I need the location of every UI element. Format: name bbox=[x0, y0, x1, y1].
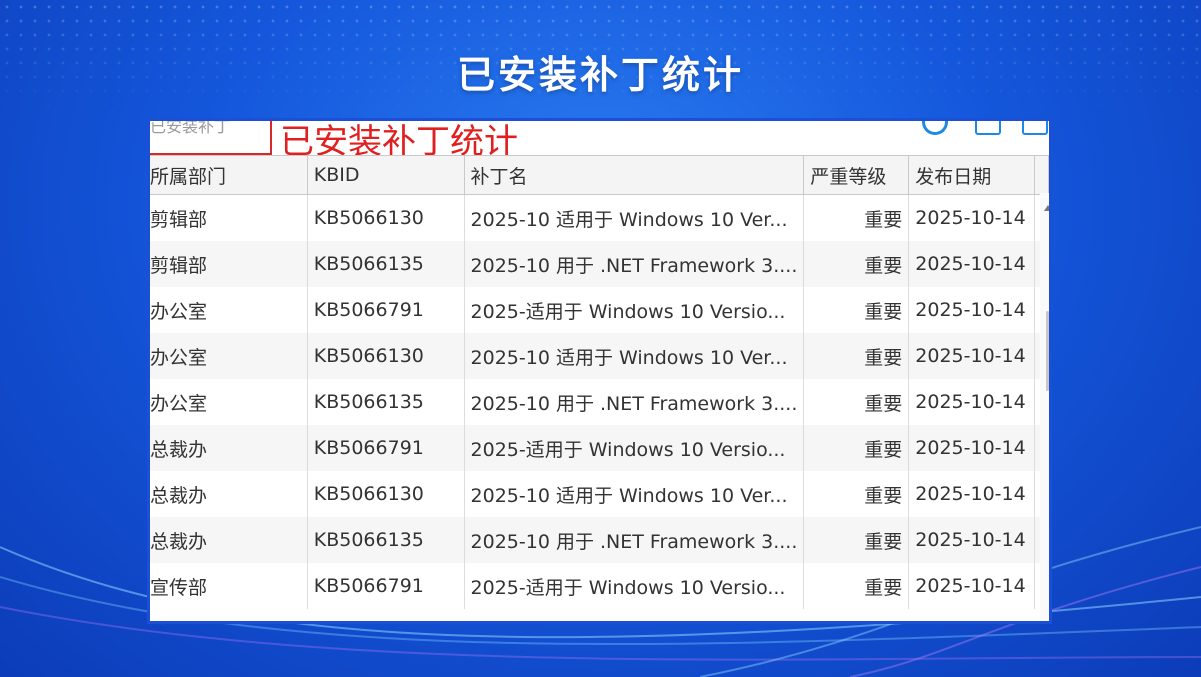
cell-severity: 重要 bbox=[803, 379, 910, 425]
cell-date: 2025-10-14 bbox=[908, 287, 1036, 333]
cell-dept: 办公室 bbox=[150, 287, 308, 333]
table-row[interactable]: 剪辑部 KB5066130 2025-10 适用于 Windows 10 Ver… bbox=[150, 194, 1049, 241]
cell-dept: 剪辑部 bbox=[150, 241, 308, 287]
cell-date: 2025-10-14 bbox=[908, 563, 1036, 609]
search-input[interactable]: 已安装补丁 bbox=[150, 121, 230, 137]
column-header-filler bbox=[1034, 155, 1049, 195]
cell-severity: 重要 bbox=[803, 471, 910, 517]
cell-kbid: KB5066130 bbox=[307, 333, 465, 379]
table-row[interactable]: 总裁办 KB5066135 2025-10 用于 .NET Framework … bbox=[150, 517, 1049, 563]
cell-kbid: KB5066791 bbox=[307, 287, 465, 333]
column-header-date[interactable]: 发布日期 bbox=[908, 155, 1036, 195]
cell-dept: 总裁办 bbox=[150, 471, 308, 517]
cell-severity: 重要 bbox=[803, 287, 910, 333]
cell-kbid: KB5066135 bbox=[307, 241, 465, 287]
table-row[interactable]: 总裁办 KB5066130 2025-10 适用于 Windows 10 Ver… bbox=[150, 471, 1049, 517]
cell-severity: 重要 bbox=[803, 517, 910, 563]
cell-date: 2025-10-14 bbox=[908, 194, 1036, 241]
cell-name: 2025-适用于 Windows 10 Versio... bbox=[464, 425, 805, 471]
cell-dept: 办公室 bbox=[150, 379, 308, 425]
cell-dept: 剪辑部 bbox=[150, 194, 308, 241]
table-row[interactable]: 剪辑部 KB5066135 2025-10 用于 .NET Framework … bbox=[150, 241, 1049, 287]
scrollbar-thumb[interactable] bbox=[1046, 311, 1049, 391]
cell-severity: 重要 bbox=[803, 194, 910, 241]
patch-table-screenshot: 已安装补丁 已安装补丁统计 所属部门 KBID 补丁名 严重等级 发布日期 剪辑… bbox=[147, 118, 1052, 624]
cell-date: 2025-10-14 bbox=[908, 241, 1036, 287]
export-icon[interactable] bbox=[975, 121, 1001, 135]
table-row[interactable]: 总裁办 KB5066791 2025-适用于 Windows 10 Versio… bbox=[150, 425, 1049, 471]
table-header: 所属部门 KBID 补丁名 严重等级 发布日期 bbox=[150, 155, 1049, 195]
cell-date: 2025-10-14 bbox=[908, 517, 1036, 563]
cell-date: 2025-10-14 bbox=[908, 333, 1036, 379]
cell-name: 2025-10 用于 .NET Framework 3.... bbox=[464, 241, 805, 287]
cell-severity: 重要 bbox=[803, 333, 910, 379]
cell-severity: 重要 bbox=[803, 563, 910, 609]
cell-name: 2025-适用于 Windows 10 Versio... bbox=[464, 287, 805, 333]
cell-kbid: KB5066791 bbox=[307, 563, 465, 609]
column-header-name[interactable]: 补丁名 bbox=[464, 155, 805, 195]
search-box-highlight[interactable]: 已安装补丁 bbox=[150, 121, 272, 155]
cell-dept: 办公室 bbox=[150, 333, 308, 379]
table-row[interactable]: 办公室 KB5066135 2025-10 用于 .NET Framework … bbox=[150, 379, 1049, 425]
cell-name: 2025-适用于 Windows 10 Versio... bbox=[464, 563, 805, 609]
cell-severity: 重要 bbox=[803, 425, 910, 471]
refresh-icon[interactable] bbox=[922, 121, 948, 135]
cell-name: 2025-10 适用于 Windows 10 Ver... bbox=[464, 471, 805, 517]
patch-table: 所属部门 KBID 补丁名 严重等级 发布日期 剪辑部 KB5066130 20… bbox=[150, 155, 1049, 609]
column-header-dept[interactable]: 所属部门 bbox=[150, 155, 308, 195]
cell-kbid: KB5066135 bbox=[307, 379, 465, 425]
cell-date: 2025-10-14 bbox=[908, 379, 1036, 425]
toolbar: 已安装补丁 已安装补丁统计 bbox=[150, 121, 1049, 160]
vertical-scrollbar[interactable] bbox=[1040, 193, 1049, 621]
cell-name: 2025-10 用于 .NET Framework 3.... bbox=[464, 379, 805, 425]
cell-kbid: KB5066130 bbox=[307, 471, 465, 517]
cell-date: 2025-10-14 bbox=[908, 471, 1036, 517]
column-header-severity[interactable]: 严重等级 bbox=[803, 155, 910, 195]
cell-kbid: KB5066791 bbox=[307, 425, 465, 471]
cell-date: 2025-10-14 bbox=[908, 425, 1036, 471]
cell-dept: 总裁办 bbox=[150, 517, 308, 563]
table-row[interactable]: 办公室 KB5066130 2025-10 适用于 Windows 10 Ver… bbox=[150, 333, 1049, 379]
scroll-up-icon[interactable] bbox=[1044, 205, 1049, 211]
window-icon[interactable] bbox=[1022, 121, 1048, 135]
cell-name: 2025-10 用于 .NET Framework 3.... bbox=[464, 517, 805, 563]
column-header-kbid[interactable]: KBID bbox=[307, 155, 465, 195]
cell-dept: 总裁办 bbox=[150, 425, 308, 471]
cell-dept: 宣传部 bbox=[150, 563, 308, 609]
cell-kbid: KB5066135 bbox=[307, 517, 465, 563]
table-row[interactable]: 宣传部 KB5066791 2025-适用于 Windows 10 Versio… bbox=[150, 563, 1049, 609]
table-row[interactable]: 办公室 KB5066791 2025-适用于 Windows 10 Versio… bbox=[150, 287, 1049, 333]
cell-name: 2025-10 适用于 Windows 10 Ver... bbox=[464, 194, 805, 241]
slide-title: 已安装补丁统计 bbox=[456, 53, 744, 97]
cell-severity: 重要 bbox=[803, 241, 910, 287]
cell-name: 2025-10 适用于 Windows 10 Ver... bbox=[464, 333, 805, 379]
cell-kbid: KB5066130 bbox=[307, 194, 465, 241]
